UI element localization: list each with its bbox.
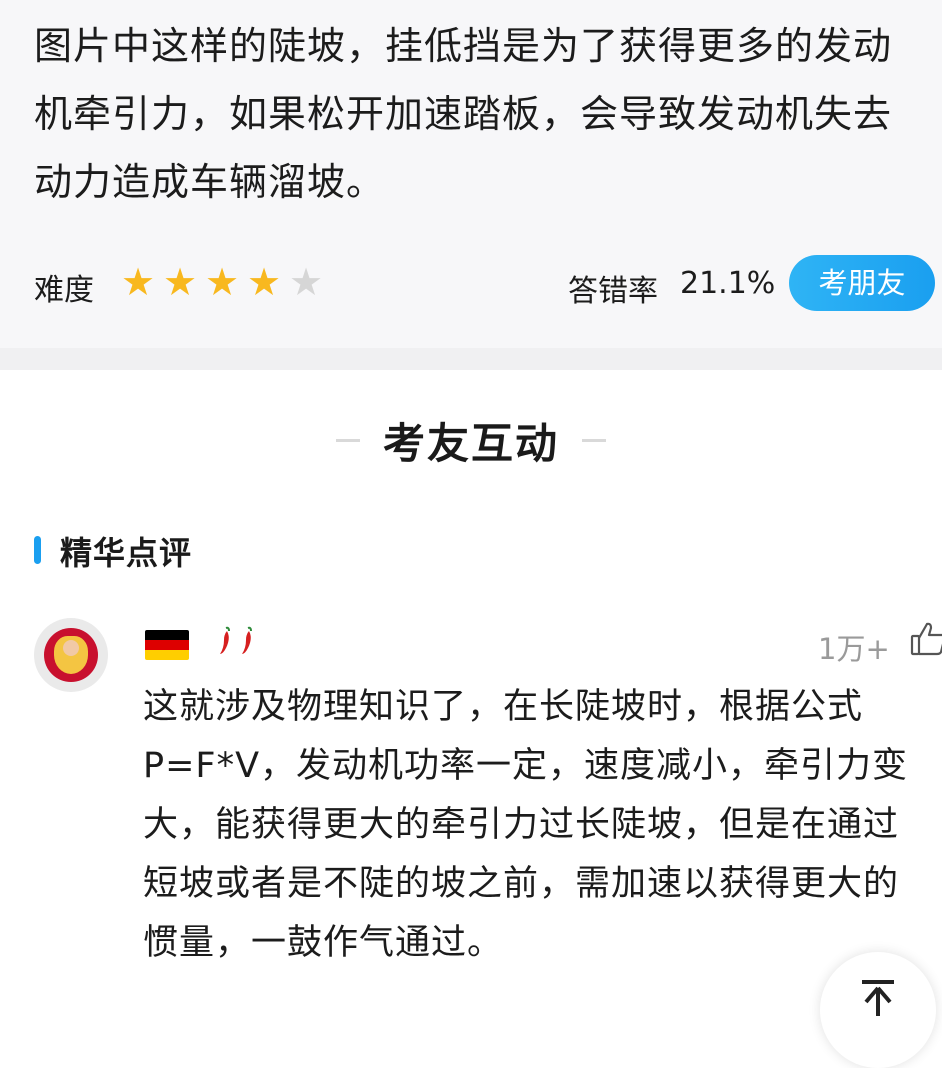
- title-dash-left: [335, 439, 360, 442]
- arrow-up-icon: [862, 980, 894, 1016]
- scroll-to-top-button[interactable]: [820, 952, 936, 1068]
- section-divider: [0, 348, 942, 370]
- like-count: 1万+: [818, 632, 890, 666]
- error-rate-label: 答错率: [568, 274, 658, 309]
- star-icon: ★: [120, 260, 156, 304]
- comment-item: 1万+ 这就涉及物理知识了，在长陡坡时，根据公式P=F*V，发动机功率一定，速度…: [0, 612, 942, 1002]
- section-header: 考友互动: [0, 410, 942, 470]
- question-meta-row: 难度 ★ ★ ★ ★ ★ 答错率 21.1% 考朋友: [0, 255, 942, 315]
- avatar[interactable]: [34, 618, 108, 692]
- star-empty-icon: ★: [288, 260, 324, 304]
- star-icon: ★: [162, 260, 198, 304]
- exam-friend-button[interactable]: 考朋友: [789, 255, 935, 311]
- chili-pepper-icon: [240, 626, 254, 656]
- star-icon: ★: [204, 260, 240, 304]
- chili-pepper-icon: [218, 626, 232, 656]
- germany-flag-icon: [145, 630, 189, 660]
- question-card: 图片中这样的陡坡，挂低挡是为了获得更多的发动机牵引力，如果松开加速踏板，会导致发…: [0, 0, 942, 348]
- thumbs-up-icon[interactable]: [910, 620, 942, 658]
- star-icon: ★: [246, 260, 282, 304]
- difficulty-label: 难度: [34, 273, 94, 308]
- question-text: 图片中这样的陡坡，挂低挡是为了获得更多的发动机牵引力，如果松开加速踏板，会导致发…: [34, 24, 893, 204]
- section-title: 考友互动: [382, 419, 559, 468]
- comment-text: 这就涉及物理知识了，在长陡坡时，根据公式P=F*V，发动机功率一定，速度减小，牵…: [143, 687, 909, 963]
- avatar-face: [63, 640, 79, 656]
- featured-comments-label: 精华点评: [60, 534, 193, 572]
- accent-bar: [34, 536, 41, 564]
- difficulty-stars: ★ ★ ★ ★ ★: [120, 263, 324, 301]
- error-rate-value: 21.1%: [680, 266, 776, 301]
- title-dash-right: [582, 439, 607, 442]
